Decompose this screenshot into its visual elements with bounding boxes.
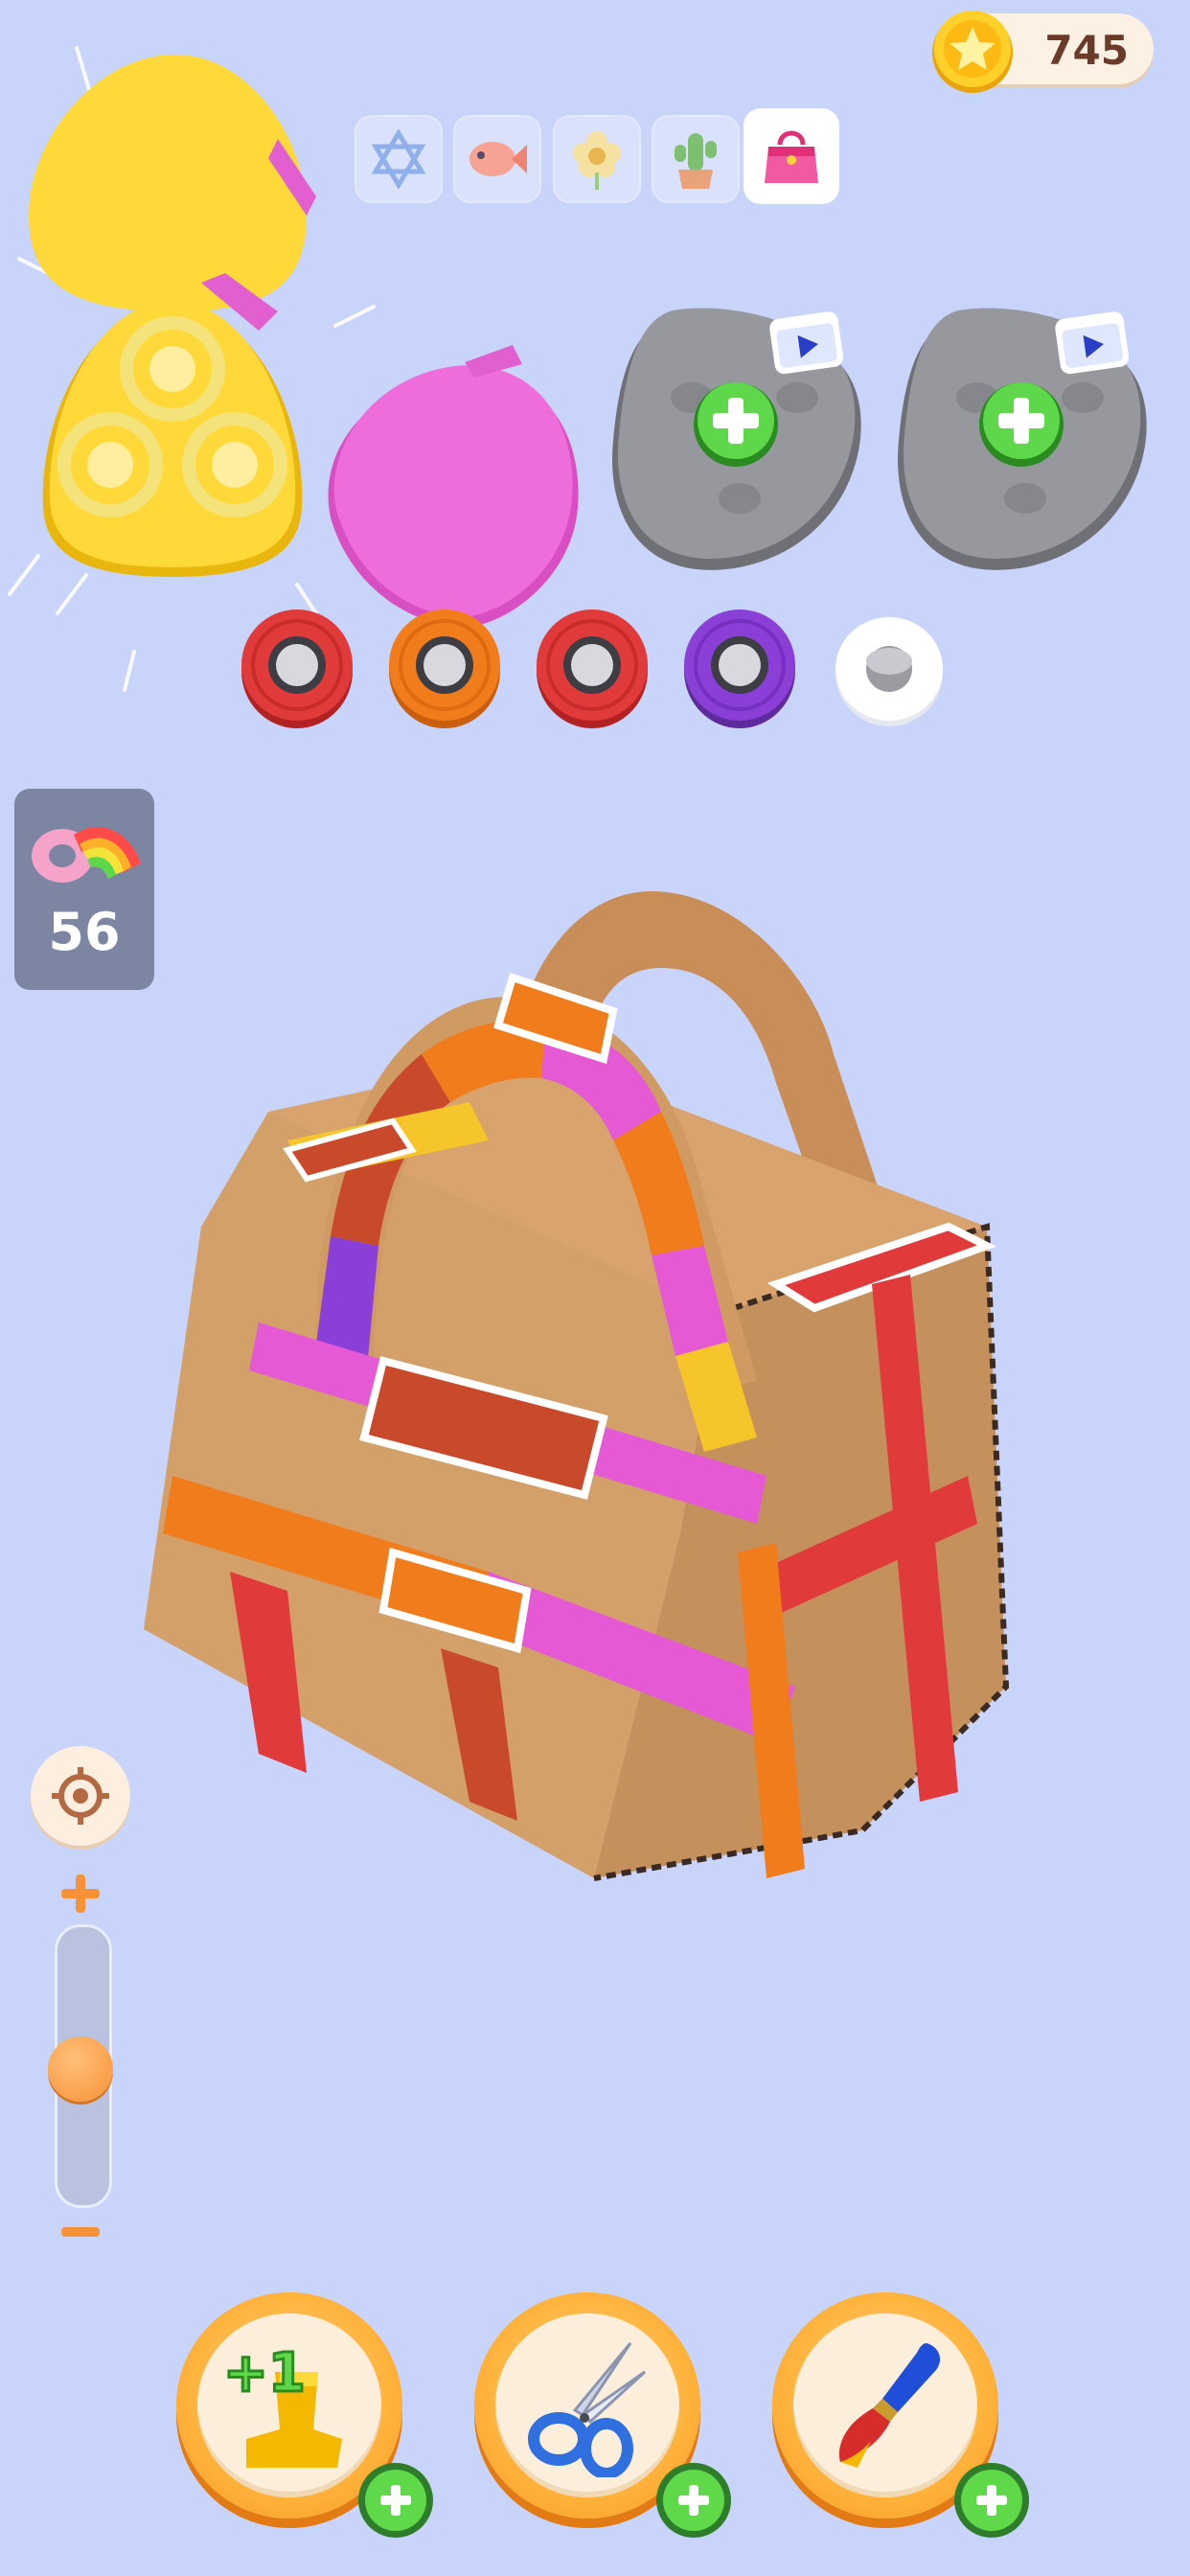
- paint-brush-add-button[interactable]: [954, 2463, 1029, 2538]
- zoom-slider-knob[interactable]: [48, 2036, 113, 2102]
- flower-icon: [573, 131, 621, 190]
- tab-star-of-david[interactable]: [355, 115, 443, 203]
- scissors-add-button[interactable]: [656, 2463, 731, 2538]
- coin-icon: [932, 11, 1013, 93]
- scissors-button[interactable]: [474, 2292, 731, 2538]
- tape-spool-empty[interactable]: [834, 613, 945, 728]
- scissors-face: [495, 2313, 679, 2497]
- extra-stamp-button[interactable]: +1: [176, 2292, 433, 2538]
- plus-icon: [976, 2485, 1007, 2516]
- svg-text:+1: +1: [223, 2342, 306, 2404]
- rainbow-tape-counter: 56: [14, 789, 154, 990]
- slot-locked-ad-2[interactable]: [891, 307, 1159, 575]
- recenter-button[interactable]: [31, 1746, 130, 1846]
- extra-stamp-add-button[interactable]: [358, 2463, 433, 2538]
- cactus-icon: [675, 133, 717, 189]
- plus-icon: [380, 2485, 411, 2516]
- extra-stamp-face: +1: [197, 2313, 381, 2497]
- crosshair-icon: [52, 1767, 109, 1825]
- star-of-david-icon: [371, 129, 426, 189]
- slot-pink-filled[interactable]: [321, 345, 589, 632]
- tape-spool-orange[interactable]: [387, 604, 502, 728]
- zoom-out-icon[interactable]: [57, 2223, 103, 2242]
- tab-fish[interactable]: [453, 115, 541, 203]
- tape-spool-red[interactable]: [240, 604, 355, 728]
- tape-spool-purple[interactable]: [682, 604, 797, 728]
- flying-tape-piece: [29, 54, 316, 331]
- rainbow-tape-icon: [32, 826, 141, 883]
- tape-count: 56: [48, 902, 121, 962]
- tab-handbag[interactable]: [744, 108, 839, 204]
- brush-icon: [838, 2343, 941, 2468]
- slot-locked-ad-1[interactable]: [606, 307, 874, 575]
- tab-flower[interactable]: [553, 115, 641, 203]
- paint-brush-button[interactable]: [772, 2292, 1029, 2538]
- tab-cactus[interactable]: [652, 115, 740, 203]
- scissors-icon: [528, 2342, 647, 2477]
- handbag-icon: [765, 130, 818, 183]
- fish-icon: [469, 142, 527, 176]
- zoom-in-icon[interactable]: [57, 1871, 103, 1917]
- paint-brush-face: [793, 2313, 977, 2497]
- coin-value: 745: [1044, 27, 1129, 74]
- cardboard-handbag-model[interactable]: [144, 862, 1025, 1898]
- slot-yellow-filled[interactable]: [29, 297, 316, 585]
- stamp-plus-one-icon: +1: [222, 2341, 342, 2468]
- plus-icon: [678, 2485, 709, 2516]
- tape-spool-red-2[interactable]: [535, 604, 650, 728]
